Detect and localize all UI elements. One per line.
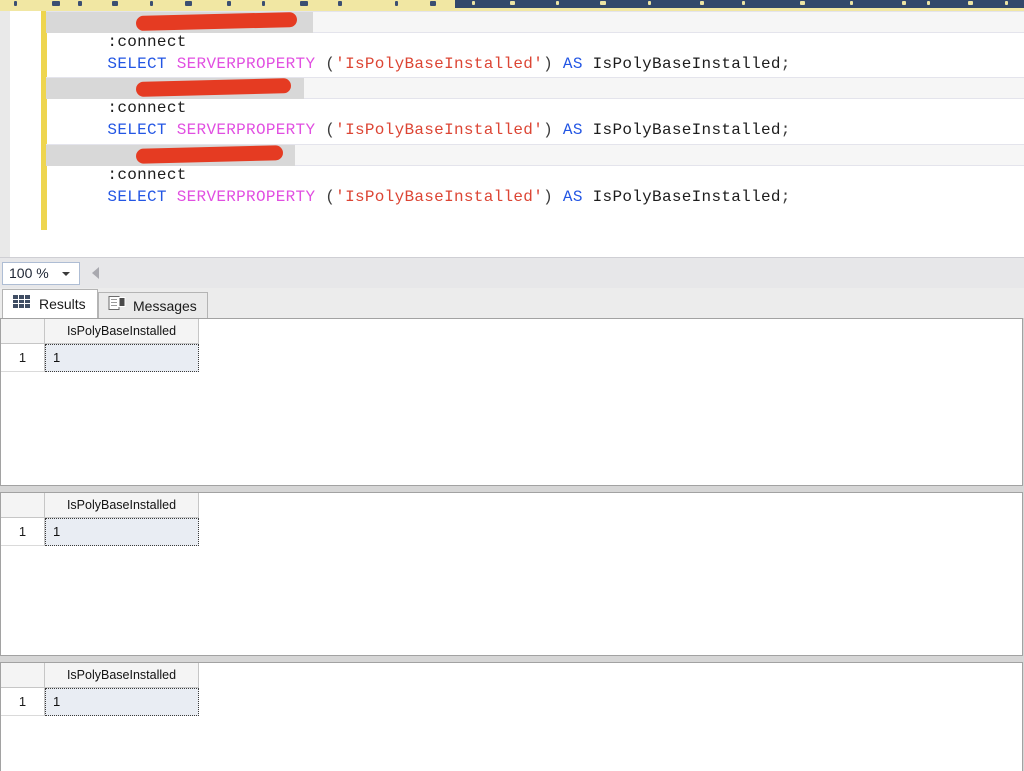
- result-panel-3: IsPolyBaseInstalled 1 1: [0, 662, 1023, 771]
- row-number-cell[interactable]: 1: [1, 688, 45, 716]
- function-name: SERVERPROPERTY: [176, 188, 326, 206]
- column-header[interactable]: IsPolyBaseInstalled: [45, 493, 199, 518]
- tab-strip-fragment: [430, 1, 436, 6]
- result-value-cell[interactable]: 1: [45, 518, 199, 546]
- result-panel-1: IsPolyBaseInstalled 1 1: [0, 318, 1023, 486]
- result-value-cell[interactable]: 1: [45, 344, 199, 372]
- semicolon: ;: [780, 188, 791, 206]
- tab-strip-fragment: [927, 1, 930, 5]
- table-row: 1 1: [1, 344, 199, 372]
- row-number-header[interactable]: [1, 319, 45, 344]
- string-literal: 'IsPolyBaseInstalled': [335, 121, 544, 139]
- table-row: 1 1: [1, 688, 199, 716]
- string-literal: 'IsPolyBaseInstalled': [335, 55, 544, 73]
- tab-strip-fragment: [300, 1, 308, 6]
- tab-strip-fragment: [800, 1, 805, 5]
- tab-strip-fragment: [510, 1, 515, 5]
- sql-statement-line[interactable]: SELECT SERVERPROPERTY ('IsPolyBaseInstal…: [48, 166, 791, 206]
- result-grid-2: IsPolyBaseInstalled 1 1: [1, 493, 199, 546]
- caret-down-icon: [62, 272, 70, 276]
- column-header[interactable]: IsPolyBaseInstalled: [45, 663, 199, 688]
- query-editor[interactable]: :connect SELECT SERVERPROPERTY ('IsPolyB…: [0, 11, 1024, 257]
- tab-strip-fragment: [78, 1, 82, 6]
- tab-results-label: Results: [39, 296, 86, 312]
- as-keyword: AS: [562, 188, 593, 206]
- tab-strip-fragment: [742, 1, 745, 5]
- result-value-cell[interactable]: 1: [45, 688, 199, 716]
- tab-messages[interactable]: Messages: [98, 292, 208, 318]
- result-panel-2: IsPolyBaseInstalled 1 1: [0, 492, 1023, 656]
- tab-strip-fragment: [227, 1, 231, 6]
- editor-hscroll-bar: 100 %: [0, 257, 1024, 288]
- tab-strip-fragment: [700, 1, 704, 5]
- tab-strip-fragment: [14, 1, 17, 6]
- paren-open: (: [325, 55, 336, 73]
- tab-strip-fragment: [52, 1, 60, 6]
- result-grid-3: IsPolyBaseInstalled 1 1: [1, 663, 199, 716]
- row-number-cell[interactable]: 1: [1, 344, 45, 372]
- sql-statement-line[interactable]: SELECT SERVERPROPERTY ('IsPolyBaseInstal…: [48, 99, 791, 139]
- zoom-value: 100 %: [9, 265, 49, 281]
- paren-close: ): [543, 55, 563, 73]
- result-grid-1: IsPolyBaseInstalled 1 1: [1, 319, 199, 372]
- tab-strip-right: [455, 0, 1024, 8]
- alias-identifier: IsPolyBaseInstalled: [592, 55, 781, 73]
- editor-indicator-margin: [0, 11, 10, 257]
- results-grid-icon: [13, 295, 30, 313]
- row-number-header[interactable]: [1, 493, 45, 518]
- semicolon: ;: [780, 55, 791, 73]
- semicolon: ;: [780, 121, 791, 139]
- tab-strip-fragment: [472, 1, 475, 5]
- paren-open: (: [325, 188, 336, 206]
- tab-strip-fragment: [112, 1, 118, 6]
- paren-close: ): [543, 188, 563, 206]
- tab-strip-fragment: [185, 1, 192, 6]
- tab-strip-fragment: [600, 1, 606, 5]
- tab-strip-fragment: [262, 1, 265, 6]
- select-keyword: SELECT: [107, 121, 177, 139]
- column-header[interactable]: IsPolyBaseInstalled: [45, 319, 199, 344]
- scroll-left-button[interactable]: [92, 267, 99, 279]
- alias-identifier: IsPolyBaseInstalled: [592, 121, 781, 139]
- select-keyword: SELECT: [107, 188, 177, 206]
- change-tracking-bar: [41, 11, 47, 230]
- tab-results[interactable]: Results: [2, 289, 98, 318]
- sql-statement-line[interactable]: SELECT SERVERPROPERTY ('IsPolyBaseInstal…: [48, 33, 791, 73]
- tab-strip-fragment: [968, 1, 973, 5]
- alias-identifier: IsPolyBaseInstalled: [592, 188, 781, 206]
- tab-strip-fragment: [850, 1, 853, 5]
- tab-strip-fragment: [556, 1, 559, 5]
- row-number-cell[interactable]: 1: [1, 518, 45, 546]
- tab-strip-fragment: [338, 1, 342, 6]
- select-keyword: SELECT: [107, 55, 177, 73]
- paren-open: (: [325, 121, 336, 139]
- as-keyword: AS: [562, 55, 593, 73]
- as-keyword: AS: [562, 121, 593, 139]
- tab-messages-label: Messages: [133, 297, 197, 314]
- tab-strip-fragment: [1005, 1, 1008, 5]
- messages-icon: [108, 295, 127, 316]
- function-name: SERVERPROPERTY: [176, 55, 326, 73]
- paren-close: ): [543, 121, 563, 139]
- ssms-window: :connect SELECT SERVERPROPERTY ('IsPolyB…: [0, 0, 1024, 771]
- zoom-dropdown[interactable]: 100 %: [2, 262, 80, 285]
- results-panels: IsPolyBaseInstalled 1 1 IsPolyBaseInstal…: [0, 318, 1024, 771]
- tab-strip-fragment: [395, 1, 398, 6]
- function-name: SERVERPROPERTY: [176, 121, 326, 139]
- string-literal: 'IsPolyBaseInstalled': [335, 188, 544, 206]
- table-row: 1 1: [1, 518, 199, 546]
- tab-strip-fragment: [150, 1, 153, 6]
- results-tab-bar: Messages Results: [0, 288, 1024, 318]
- row-number-header[interactable]: [1, 663, 45, 688]
- tab-strip-fragment: [648, 1, 651, 5]
- tab-strip-fragment: [902, 1, 906, 5]
